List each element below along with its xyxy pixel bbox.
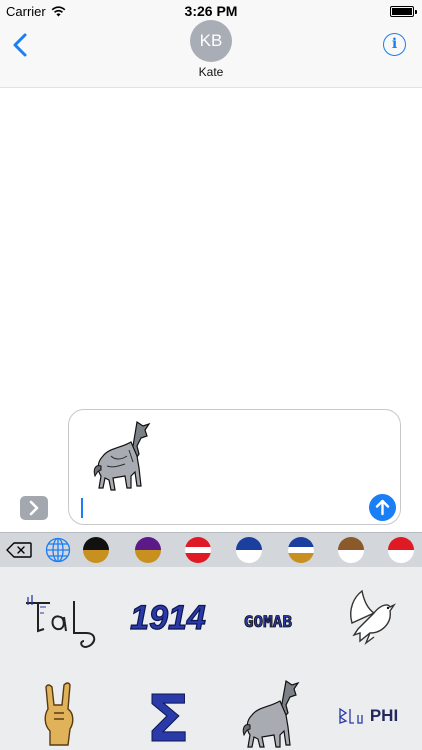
wolf-sticker[interactable] xyxy=(230,679,312,749)
swatch-red-white[interactable] xyxy=(185,537,211,563)
hand-icon xyxy=(44,682,74,746)
message-area xyxy=(0,89,422,404)
arrow-up-icon xyxy=(375,499,390,516)
status-time: 3:26 PM xyxy=(184,3,238,19)
blu-phi-sticker[interactable]: PHI xyxy=(330,679,412,749)
gomab-sticker-text: GOMAB xyxy=(244,612,293,631)
swatch-red-white-2[interactable] xyxy=(388,537,414,563)
globe-icon xyxy=(45,537,71,563)
expand-apps-button[interactable] xyxy=(20,496,48,520)
1914-sticker[interactable]: 1914 xyxy=(127,583,209,653)
sigma-sticker[interactable]: Σ xyxy=(127,679,209,750)
conversation-header: Carrier 3:26 PM KB Kate i xyxy=(0,0,422,88)
sticker-grid: 1914 GOMAB Σ PHI xyxy=(0,567,422,750)
delete-key[interactable] xyxy=(6,542,32,558)
attached-wolf-sticker[interactable] xyxy=(91,420,153,492)
dove-sticker[interactable] xyxy=(330,583,412,653)
info-button[interactable]: i xyxy=(383,33,406,56)
text-caret xyxy=(81,498,83,518)
globe-key[interactable] xyxy=(45,537,71,563)
chevron-right-icon xyxy=(29,500,39,516)
back-button[interactable] xyxy=(10,32,32,58)
status-bar: Carrier 3:26 PM xyxy=(0,0,422,22)
contact-name[interactable]: Kate xyxy=(0,65,422,79)
sticker-tray-header xyxy=(0,533,422,567)
sticker-keyboard: 1914 GOMAB Σ PHI xyxy=(0,532,422,750)
compose-field[interactable] xyxy=(68,409,401,525)
wolf-icon xyxy=(242,679,300,748)
send-button[interactable] xyxy=(369,494,396,521)
contact-avatar[interactable]: KB xyxy=(190,20,232,62)
sigma-sticker-text: Σ xyxy=(146,683,190,749)
swatch-blue-gold[interactable] xyxy=(288,537,314,563)
battery-fill xyxy=(392,8,412,15)
info-circle-icon: i xyxy=(391,36,398,52)
chevron-left-icon xyxy=(13,33,27,57)
swatch-blue-white[interactable] xyxy=(236,537,262,563)
swatch-purple-gold[interactable] xyxy=(135,537,161,563)
1914-sticker-text: 1914 xyxy=(130,599,206,637)
tau-script-sticker[interactable] xyxy=(20,583,102,653)
gomab-sticker[interactable]: GOMAB xyxy=(228,583,310,653)
howling-wolf-icon xyxy=(93,420,151,491)
blu-phi-sticker-text: PHI xyxy=(370,706,398,725)
backspace-icon xyxy=(6,542,32,558)
swatch-black-gold[interactable] xyxy=(83,537,109,563)
battery-icon xyxy=(390,6,417,17)
swatch-brown-white[interactable] xyxy=(338,537,364,563)
dove-icon xyxy=(350,589,397,646)
hand-sign-sticker[interactable] xyxy=(20,679,102,749)
